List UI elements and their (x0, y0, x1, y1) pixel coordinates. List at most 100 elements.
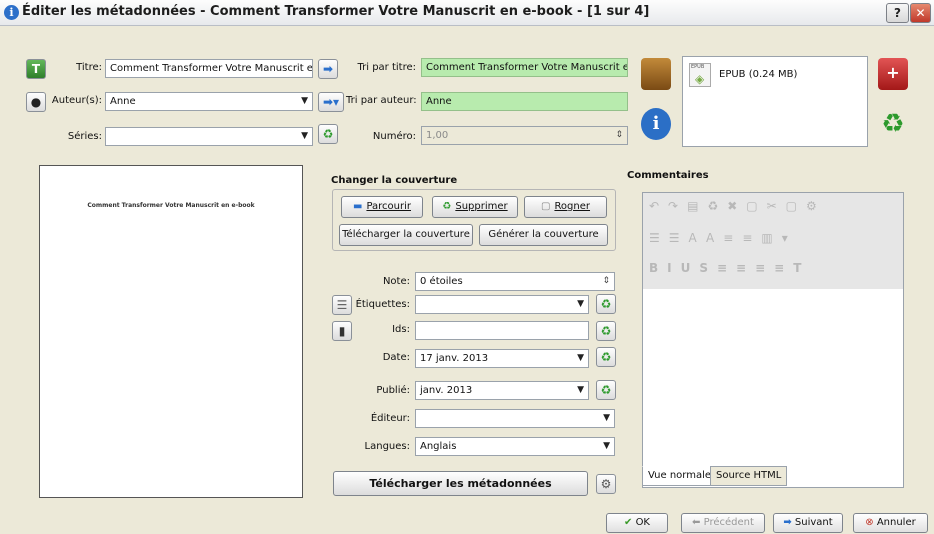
clear-ids-button[interactable]: ♻ (596, 321, 616, 341)
toolbar-row-1: ↶↷▤♻✖▢✂▢⚙ (649, 199, 826, 213)
clear-series-button[interactable]: ♻ (318, 124, 338, 144)
chevron-down-icon: ▼ (603, 413, 610, 423)
languages-combobox[interactable]: Anglais ▼ (415, 437, 615, 456)
trim-label: Rogner (554, 201, 591, 212)
clear-date-button[interactable]: ♻ (596, 347, 616, 367)
close-button[interactable]: ✕ (910, 3, 931, 23)
comments-editor[interactable]: ↶↷▤♻✖▢✂▢⚙ ☰☰AA≡≡▥▾ BIUS≡≡≡≡T (642, 192, 904, 488)
ids-label: Ids: (392, 324, 410, 335)
previous-label: Précédent (703, 517, 754, 528)
publisher-combobox[interactable]: ▼ (415, 409, 615, 428)
author-sort-label: Tri par auteur: (346, 95, 417, 106)
number-value: 1,00 (426, 130, 449, 141)
disk-icon: ▬ (352, 201, 363, 212)
epub-glyph: ◈ (695, 72, 705, 86)
download-metadata-button[interactable]: Télécharger les métadonnées (333, 471, 588, 496)
arrow-right-icon: ➡ (783, 517, 792, 528)
tag-editor-button[interactable]: ☰ (332, 295, 352, 315)
recycle-icon: ♻ (442, 201, 452, 212)
epub-icon-label: EPUB (691, 64, 705, 70)
authors-label: Auteur(s): (51, 95, 102, 106)
recycle-icon: ♻ (322, 127, 334, 141)
chevron-down-icon: ▼ (577, 353, 584, 363)
cancel-button[interactable]: ⊗ Annuler (853, 513, 928, 533)
number-label: Numéro: (372, 131, 416, 142)
format-item[interactable]: EPUB (0.24 MB) (719, 69, 797, 80)
tags-combobox[interactable]: ▼ (415, 295, 589, 314)
help-button[interactable]: ? (886, 3, 909, 23)
recycle-icon: ♻ (600, 383, 612, 397)
remove-cover-label: Supprimer (455, 201, 508, 212)
trim-icon: ▢ (540, 201, 551, 212)
series-label: Séries: (67, 131, 102, 142)
recycle-icon: ♻ (600, 324, 612, 338)
date-label: Date: (382, 352, 410, 363)
swap-author-sort-button[interactable]: ➡▾ (318, 92, 344, 112)
swap-title-sort-button[interactable]: ➡ (318, 59, 338, 79)
publisher-label: Éditeur: (370, 413, 410, 424)
info-button-icon[interactable]: i (641, 108, 671, 140)
author-sort-input[interactable]: Anne (421, 92, 628, 111)
add-format-icon[interactable]: + (878, 58, 908, 90)
person-icon[interactable]: ● (26, 92, 46, 112)
languages-label: Langues: (364, 441, 410, 452)
cancel-label: Annuler (876, 517, 916, 528)
arrow-right-icon: ➡ (322, 62, 334, 76)
ok-label: OK (635, 517, 650, 528)
title-input[interactable]: Comment Transformer Votre Manuscrit en e… (105, 59, 313, 78)
list-icon: ☰ (336, 298, 348, 312)
clear-published-button[interactable]: ♻ (596, 380, 616, 400)
previous-button[interactable]: ⬅ Précédent (681, 513, 765, 533)
published-picker[interactable]: janv. 2013 ▼ (415, 381, 589, 400)
ids-input[interactable] (415, 321, 589, 340)
paste-isbn-button[interactable]: ▮ (332, 321, 352, 341)
title-label: Titre: (76, 62, 102, 73)
title-sort-label: Tri par titre: (357, 62, 416, 73)
change-cover-title: Changer la couverture (331, 175, 458, 186)
clear-tags-button[interactable]: ♻ (596, 294, 616, 314)
rating-value: 0 étoiles (420, 276, 463, 287)
chevron-down-icon: ▼ (603, 441, 610, 451)
browse-label: Parcourir (366, 201, 411, 212)
title-icon[interactable]: T (26, 59, 46, 79)
configure-download-button[interactable]: ⚙ (596, 474, 616, 494)
book-icon[interactable] (641, 58, 671, 90)
chevron-down-icon: ▼ (577, 385, 584, 395)
authors-combobox[interactable]: Anne ▼ (105, 92, 313, 111)
date-value: 17 janv. 2013 (420, 353, 489, 364)
trim-button[interactable]: ▢ Rogner (524, 196, 607, 218)
window-title: Éditer les métadonnées - Comment Transfo… (22, 4, 650, 19)
recycle-icon: ♻ (600, 297, 612, 311)
chevron-down-icon: ▼ (577, 299, 584, 309)
arrow-left-icon: ⬅ (692, 517, 701, 528)
edit-metadata-window: i Éditer les métadonnées - Comment Trans… (0, 0, 934, 534)
ok-button[interactable]: ✔ OK (606, 513, 668, 533)
cover-preview-title: Comment Transformer Votre Manuscrit en e… (87, 202, 255, 209)
browse-button[interactable]: ▬ Parcourir (341, 196, 423, 218)
gear-icon: ⚙ (600, 477, 612, 491)
generate-cover-button[interactable]: Générer la couverture (479, 224, 608, 246)
title-sort-input[interactable]: Comment Transformer Votre Manuscrit en e… (421, 58, 628, 77)
spin-arrows-icon: ⇕ (602, 276, 610, 286)
published-label: Publié: (376, 385, 410, 396)
download-cover-button[interactable]: Télécharger la couverture (339, 224, 473, 246)
next-button[interactable]: ➡ Suivant (773, 513, 843, 533)
tab-html-source[interactable]: Source HTML (710, 466, 788, 486)
rating-label: Note: (382, 276, 410, 287)
toolbar-row-2: ☰☰AA≡≡▥▾ (649, 231, 797, 245)
number-spinbox[interactable]: 1,00 ⇕ (421, 126, 628, 145)
rating-spinbox[interactable]: 0 étoiles ⇕ (415, 272, 615, 291)
tab-normal-view[interactable]: Vue normale (642, 466, 718, 486)
remove-cover-button[interactable]: ♻ Supprimer (432, 196, 518, 218)
date-picker[interactable]: 17 janv. 2013 ▼ (415, 349, 589, 368)
remove-format-icon[interactable]: ♻ (878, 108, 908, 140)
formats-list[interactable]: EPUB ◈ EPUB (0.24 MB) (682, 56, 868, 147)
spin-arrows-icon: ⇕ (615, 130, 623, 140)
languages-value: Anglais (420, 441, 457, 452)
title-bar: i Éditer les métadonnées - Comment Trans… (0, 0, 934, 26)
cover-preview: Comment Transformer Votre Manuscrit en e… (39, 165, 303, 498)
recycle-icon: ♻ (600, 350, 612, 364)
cancel-icon: ⊗ (865, 517, 874, 528)
series-combobox[interactable]: ▼ (105, 127, 313, 146)
authors-value: Anne (110, 96, 136, 107)
